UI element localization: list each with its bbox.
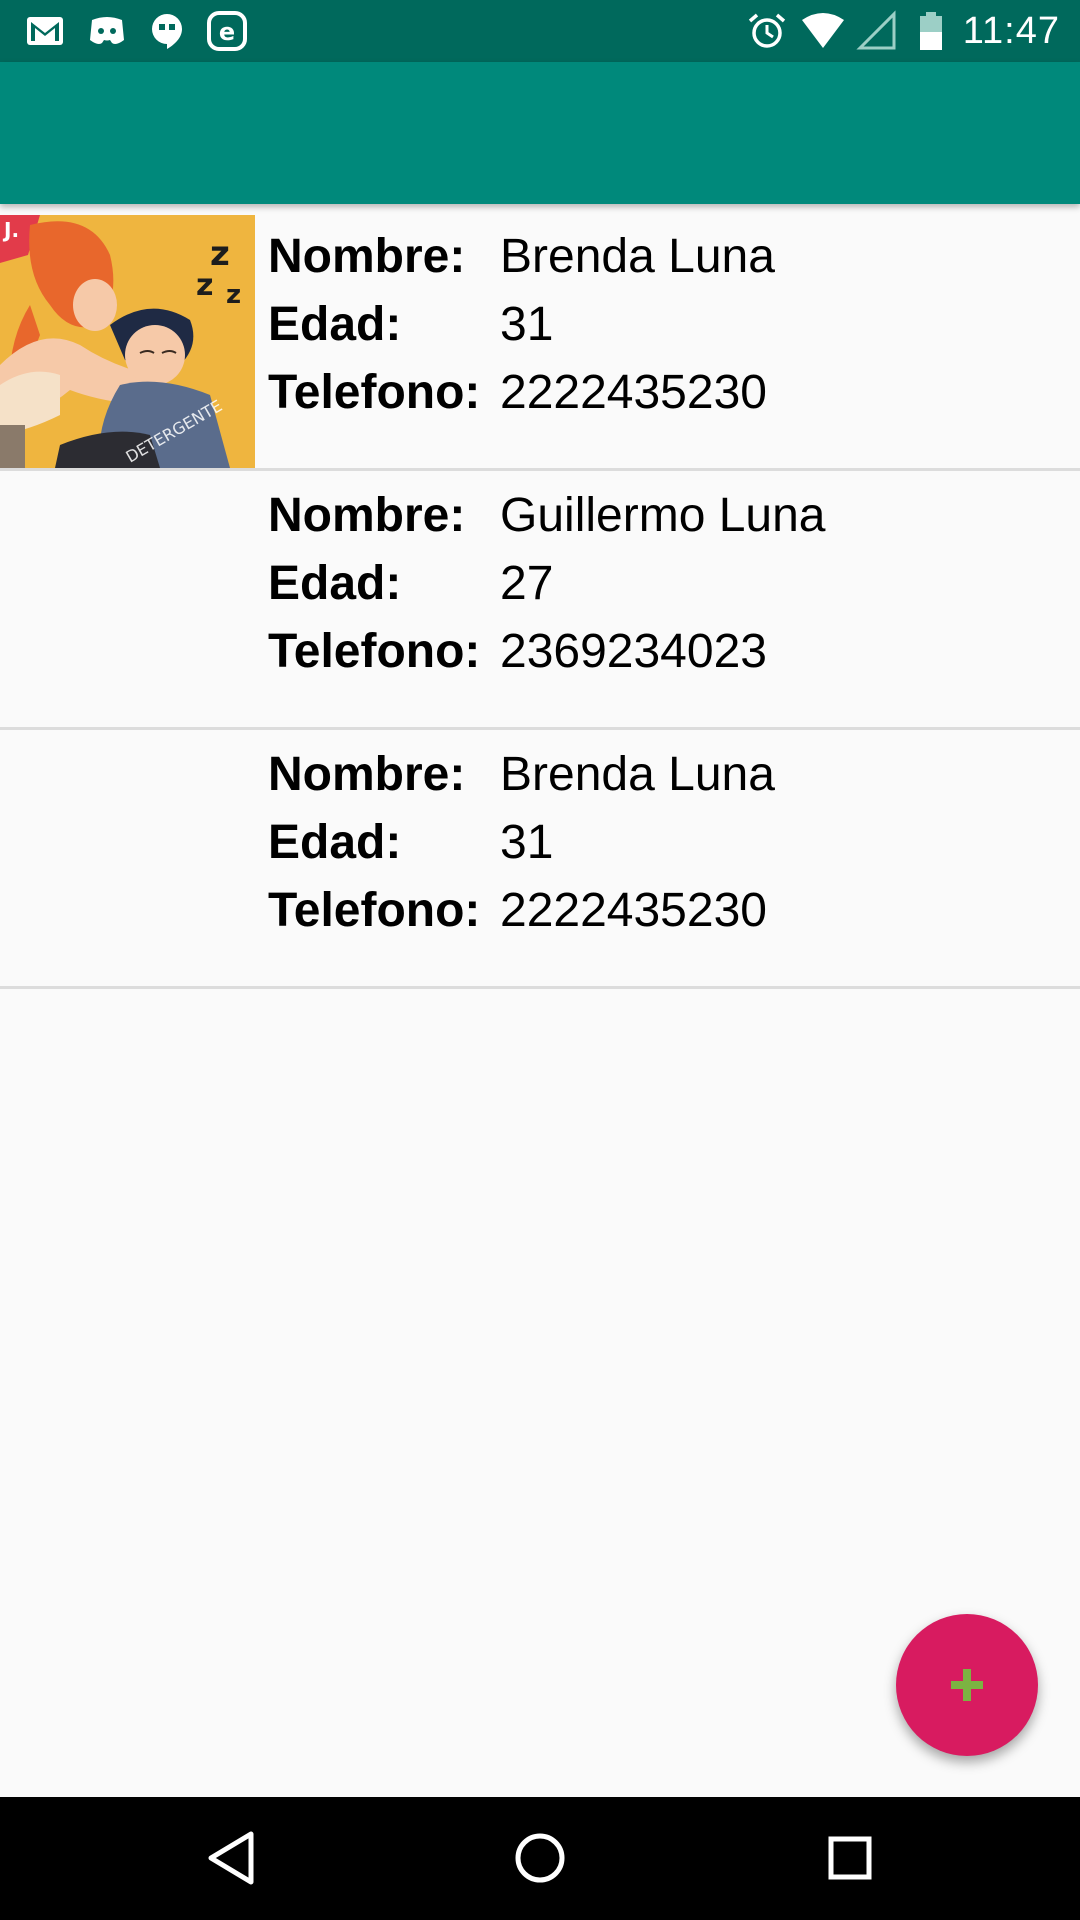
wifi-icon — [802, 13, 844, 48]
age-value: 31 — [500, 297, 554, 351]
svg-text:z: z — [196, 268, 213, 303]
navigation-bar — [0, 1797, 1080, 1920]
phone-value: 2222435230 — [500, 365, 767, 419]
svg-text:e: e — [219, 18, 235, 46]
contact-list: J. z z z DETERGENTE Nombre: Brenda Luna … — [0, 212, 1080, 989]
age-label: Edad: — [268, 297, 402, 351]
name-value: Guillermo Luna — [500, 488, 826, 542]
contact-fields: Nombre: Guillermo Luna Edad: 27 Telefono… — [268, 481, 826, 685]
phone-label: Telefono: — [268, 365, 481, 419]
hangouts-icon — [152, 14, 182, 49]
age-label: Edad: — [268, 556, 402, 610]
plus-icon — [951, 1669, 983, 1701]
recents-icon — [828, 1836, 872, 1880]
e-app-icon: e — [207, 11, 247, 51]
gmail-icon — [27, 17, 63, 45]
alarm-icon — [748, 13, 786, 48]
name-label: Nombre: — [268, 488, 466, 542]
add-contact-button[interactable] — [896, 1614, 1038, 1756]
app-bar — [0, 62, 1080, 204]
contact-photo: J. z z z DETERGENTE — [0, 215, 255, 468]
phone-label: Telefono: — [268, 624, 481, 678]
name-value: Brenda Luna — [500, 747, 775, 801]
name-label: Nombre: — [268, 229, 466, 283]
age-value: 31 — [500, 815, 554, 869]
svg-text:J.: J. — [2, 218, 19, 242]
home-button[interactable] — [505, 1823, 575, 1893]
svg-text:z: z — [226, 280, 241, 310]
phone-label: Telefono: — [268, 883, 481, 937]
age-value: 27 — [500, 556, 554, 610]
phone-value: 2222435230 — [500, 883, 767, 937]
home-icon — [515, 1833, 565, 1883]
contact-row[interactable]: J. z z z DETERGENTE Nombre: Brenda Luna … — [0, 212, 1080, 471]
battery-icon — [920, 12, 942, 50]
discord-icon — [90, 17, 124, 44]
age-label: Edad: — [268, 815, 402, 869]
status-bar: e 11:47 — [0, 0, 1080, 62]
contact-fields: Nombre: Brenda Luna Edad: 31 Telefono: 2… — [268, 222, 775, 426]
name-value: Brenda Luna — [500, 229, 775, 283]
recents-button[interactable] — [815, 1823, 885, 1893]
contact-fields: Nombre: Brenda Luna Edad: 31 Telefono: 2… — [268, 740, 775, 944]
name-label: Nombre: — [268, 747, 466, 801]
back-button[interactable] — [196, 1823, 266, 1893]
contact-row[interactable]: Nombre: Guillermo Luna Edad: 27 Telefono… — [0, 471, 1080, 730]
status-time: 11:47 — [962, 10, 1060, 52]
cell-signal-icon — [856, 10, 896, 50]
contact-row[interactable]: Nombre: Brenda Luna Edad: 31 Telefono: 2… — [0, 730, 1080, 989]
phone-value: 2369234023 — [500, 624, 767, 678]
back-icon — [208, 1831, 254, 1885]
